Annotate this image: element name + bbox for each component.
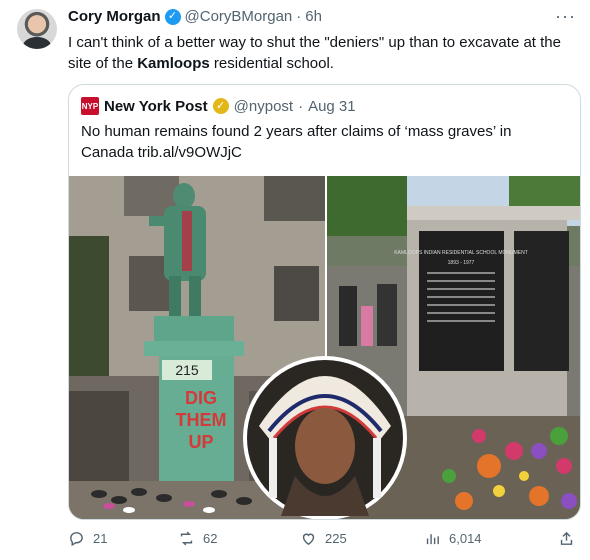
quote-media[interactable]: 215 DIG THEM UP KAMLOOPS INDIAN RESIDENT…	[69, 176, 580, 519]
graffiti-word-3: UP	[188, 432, 213, 452]
views-count: 6,014	[449, 531, 482, 546]
nypost-logo-icon: NYP	[81, 97, 99, 115]
quote-header: NYP New York Post ✓ @nypost · Aug 31	[81, 97, 356, 115]
quote-handle[interactable]: @nypost	[234, 98, 293, 115]
reply-button[interactable]: 21	[68, 530, 107, 547]
verified-gold-badge-icon: ✓	[212, 98, 229, 114]
heart-icon	[302, 533, 315, 546]
retweet-count: 62	[203, 531, 218, 546]
tweet-text-part: residential school.	[209, 55, 334, 72]
separator-dot: ·	[298, 97, 304, 115]
monument-title: KAMLOOPS INDIAN RESIDENTIAL SCHOOL MONUM…	[394, 250, 528, 256]
quote-text: No human remains found 2 years after cla…	[81, 123, 512, 161]
tweet-header: Cory Morgan ✓ @CoryBMorgan · 6h	[68, 8, 322, 25]
graffiti-word-1: DIG	[185, 388, 217, 408]
author-avatar[interactable]	[17, 9, 57, 49]
tweet-time[interactable]: 6h	[305, 8, 322, 25]
like-button[interactable]: 225	[300, 530, 347, 547]
more-dots-icon[interactable]: ···	[555, 6, 576, 27]
share-icon	[560, 531, 573, 545]
like-count: 225	[325, 531, 347, 546]
views-button[interactable]: 6,014	[424, 530, 482, 547]
inset-portrait	[243, 356, 407, 519]
author-name[interactable]: Cory Morgan	[68, 8, 161, 25]
tweet-text-bold: Kamloops	[137, 55, 210, 72]
reply-icon	[70, 532, 83, 547]
tweet-text: I can't think of a better way to shut th…	[68, 32, 578, 74]
quote-date[interactable]: Aug 31	[308, 98, 356, 115]
retweet-button[interactable]: 62	[178, 530, 217, 547]
quoted-tweet[interactable]: NYP New York Post ✓ @nypost · Aug 31 No …	[68, 84, 581, 520]
share-button[interactable]	[558, 530, 575, 547]
statue-sign-text: 215	[175, 362, 199, 378]
quote-author-name[interactable]: New York Post	[104, 98, 208, 115]
monument-years: 1893 - 1977	[448, 260, 475, 266]
retweet-icon	[180, 531, 193, 546]
verified-badge-icon: ✓	[164, 8, 181, 25]
separator-dot: ·	[296, 8, 302, 25]
views-chart-icon	[426, 534, 439, 545]
author-handle[interactable]: @CoryBMorgan	[185, 8, 293, 25]
action-bar: 21 62 225 6,014	[68, 530, 578, 550]
graffiti-word-2: THEM	[176, 410, 227, 430]
reply-count: 21	[93, 531, 108, 546]
